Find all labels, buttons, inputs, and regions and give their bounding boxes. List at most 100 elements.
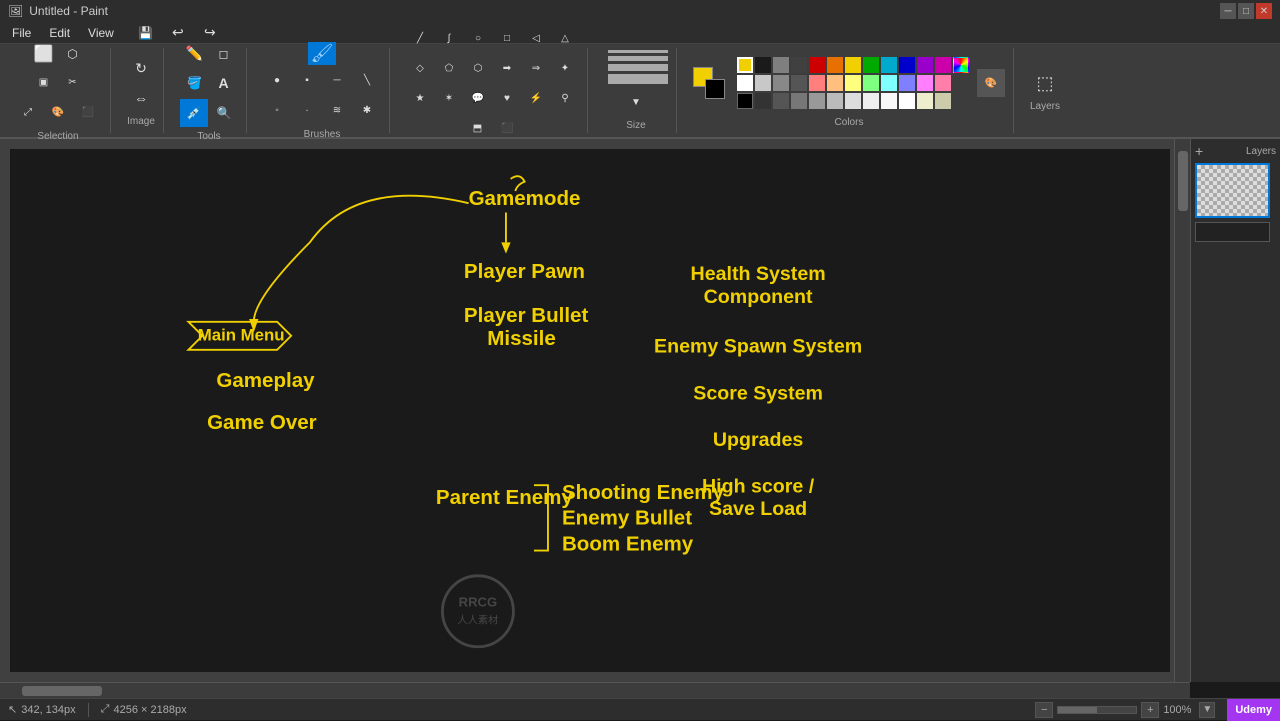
star4-btn[interactable]: ✦ [551,54,579,82]
brush7-btn[interactable]: ≋ [323,97,351,125]
color-dk2[interactable] [755,93,771,109]
color-lt-yellow[interactable] [845,75,861,91]
color-dk11[interactable] [917,93,933,109]
rotate-btn[interactable]: ↻ [127,54,155,82]
vertical-scrollbar[interactable] [1174,139,1190,682]
color-orange[interactable] [827,57,843,73]
horizontal-scrollbar[interactable] [0,682,1190,698]
color-black[interactable] [755,57,771,73]
oval-btn[interactable]: ○ [464,24,492,52]
color-gray[interactable] [773,57,789,73]
free-select-btn[interactable]: ⬡ [59,40,87,68]
color-dk10[interactable] [899,93,915,109]
outline-btn[interactable]: ⬒ [464,114,492,142]
color-dkgray[interactable] [791,75,807,91]
arrow2-btn[interactable]: ⇒ [522,54,550,82]
hex-btn[interactable]: ⬡ [464,54,492,82]
size-down-btn[interactable]: ▼ [622,88,650,116]
background-color[interactable] [705,79,725,99]
magnify-btn[interactable]: 🔍 [210,99,238,127]
brush4-btn[interactable]: ╲ [353,67,381,95]
zoom-out-btn[interactable]: − [1035,702,1053,718]
color-dk7[interactable] [845,93,861,109]
flip-btn[interactable]: ⇔ [127,84,155,112]
minimize-button[interactable]: ─ [1220,3,1236,19]
line-btn[interactable]: ╱ [406,24,434,52]
color-blue[interactable] [899,57,915,73]
color-yellow2[interactable] [845,57,861,73]
maximize-button[interactable]: □ [1238,3,1254,19]
color-lt-blue[interactable] [899,75,915,91]
color-pink[interactable] [935,57,951,73]
color-mdgray[interactable] [773,75,789,91]
rect-btn[interactable]: □ [493,24,521,52]
layer-thumbnail-2[interactable] [1195,222,1270,242]
select-color-btn[interactable]: 🎨 [44,99,72,127]
brush2-btn[interactable]: ▪ [293,67,321,95]
color-lt-pink[interactable] [935,75,951,91]
pencil-btn[interactable]: ✏️ [181,40,209,68]
arrow-btn[interactable]: ➡ [493,54,521,82]
color-lt-purple[interactable] [917,75,933,91]
color-dk4[interactable] [791,93,807,109]
drawing-canvas[interactable]: Gamemode Player Pawn Player Bullet Missi… [10,149,1170,672]
callout-btn[interactable]: 💬 [464,84,492,112]
crop-btn[interactable]: ✂ [59,69,87,97]
eraser-btn[interactable]: ◻ [210,40,238,68]
color-yellow[interactable] [737,57,753,73]
color-white[interactable] [737,75,753,91]
color-darkgray[interactable] [791,57,807,73]
brush5-btn[interactable]: ◦ [263,97,291,125]
fill-shape-btn[interactable]: ⬛ [494,114,522,142]
color-lt-orange[interactable] [827,75,843,91]
color-cyan[interactable] [881,57,897,73]
penta-btn[interactable]: ⬠ [435,54,463,82]
color-dk9[interactable] [881,93,897,109]
brush-btn[interactable]: 🖌 [308,42,336,65]
color-green[interactable] [863,57,879,73]
star5-btn[interactable]: ★ [406,84,434,112]
color-black2[interactable] [737,93,753,109]
color-lt-green[interactable] [863,75,879,91]
brush8-btn[interactable]: ✱ [353,97,381,125]
rtri-btn[interactable]: ◁ [522,24,550,52]
color-dk6[interactable] [827,93,843,109]
layers-btn[interactable]: ⬚ [1031,69,1059,97]
brush1-btn[interactable]: ● [263,67,291,95]
invert-btn[interactable]: ⬛ [74,99,102,127]
brush6-btn[interactable]: · [293,97,321,125]
close-button[interactable]: ✕ [1256,3,1272,19]
curve-btn[interactable]: ∫ [435,24,463,52]
game-over-text: Game Over [207,411,317,434]
color-dk8[interactable] [863,93,879,109]
layer-thumbnail-active[interactable] [1195,163,1270,218]
bolt-btn[interactable]: ⚡ [522,84,550,112]
color-dk3[interactable] [773,93,789,109]
color-lt-cyan[interactable] [881,75,897,91]
color-pick-btn[interactable]: 💉 [180,99,208,127]
star6-btn[interactable]: ✶ [435,84,463,112]
zoom-dropdown-btn[interactable]: ▼ [1199,702,1215,718]
color-lt-red[interactable] [809,75,825,91]
resize-btn[interactable]: ⤢ [14,99,42,127]
layers-add-btn[interactable]: + [1195,143,1203,159]
text-btn[interactable]: A [210,69,238,97]
heart-btn[interactable]: ♥ [493,84,521,112]
select-all-btn[interactable]: ▣ [30,69,58,97]
brush3-btn[interactable]: ─ [323,67,351,95]
tri-btn[interactable]: △ [551,24,579,52]
zoom-in-btn[interactable]: + [1141,702,1159,718]
color-dk12[interactable] [935,93,951,109]
color-custom[interactable] [953,57,969,73]
color-ltgray[interactable] [755,75,771,91]
color-dk5[interactable] [809,93,825,109]
diam-btn[interactable]: ◇ [406,54,434,82]
fill-btn[interactable]: 🪣 [181,69,209,97]
color-purple[interactable] [917,57,933,73]
upgrades-text: Upgrades [713,429,804,451]
color-red[interactable] [809,57,825,73]
edit-colors-btn[interactable]: 🎨 [977,69,1005,97]
save-quick-btn[interactable]: 💾 [132,19,160,47]
foot-btn[interactable]: ⚲ [551,84,579,112]
rect-select-btn[interactable]: ⬜ [30,40,58,68]
